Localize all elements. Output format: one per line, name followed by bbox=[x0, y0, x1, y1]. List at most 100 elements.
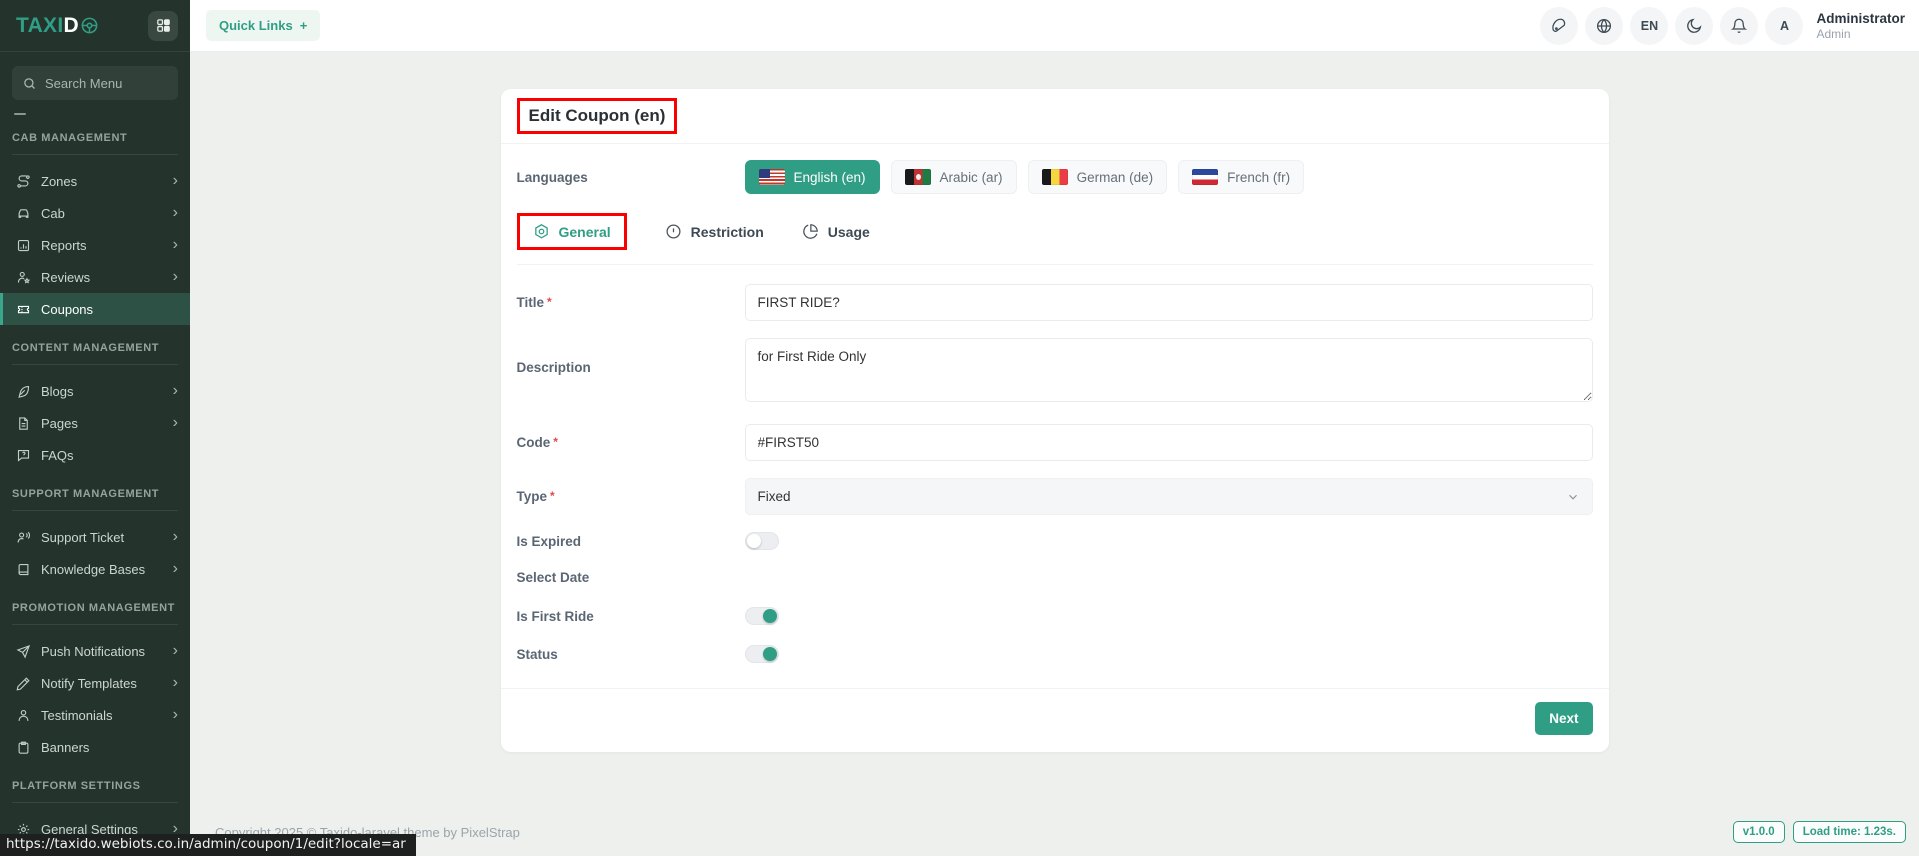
apps-grid-icon bbox=[155, 17, 172, 34]
sidebar-item-label: Blogs bbox=[41, 384, 74, 399]
german-flag-icon bbox=[1042, 169, 1068, 185]
status-toggle[interactable] bbox=[745, 645, 779, 663]
chevron-right-icon: › bbox=[173, 678, 178, 688]
sidebar-item-knowledge-bases[interactable]: Knowledge Bases › bbox=[0, 553, 190, 585]
user-info[interactable]: Administrator Admin bbox=[1816, 11, 1905, 41]
sidebar-item-label: FAQs bbox=[41, 448, 74, 463]
description-field-row: Description for First Ride Only bbox=[517, 338, 1593, 407]
pages-icon bbox=[16, 416, 31, 431]
sidebar-item-faqs[interactable]: FAQs bbox=[0, 439, 190, 471]
sidebar-item-label: Coupons bbox=[41, 302, 93, 317]
title-input[interactable] bbox=[745, 284, 1593, 321]
chevron-right-icon: › bbox=[173, 176, 178, 186]
sidebar: TAXID CAB MANAGEMENT Zones › Cab › bbox=[0, 0, 190, 856]
section-title-content-management: CONTENT MANAGEMENT bbox=[12, 342, 178, 365]
cab-icon bbox=[16, 206, 31, 221]
title-field-row: Title bbox=[517, 284, 1593, 321]
sidebar-item-label: Reports bbox=[41, 238, 87, 253]
code-input[interactable] bbox=[745, 424, 1593, 461]
section-title-support-management: SUPPORT MANAGEMENT bbox=[12, 488, 178, 511]
topbar-actions: EN A Administrator Admin bbox=[1540, 7, 1905, 45]
sidebar-item-label: Pages bbox=[41, 416, 78, 431]
pinned-section-dash bbox=[14, 113, 26, 115]
avatar[interactable]: A bbox=[1765, 7, 1803, 45]
tab-usage[interactable]: Usage bbox=[802, 223, 870, 240]
avatar-letter: A bbox=[1780, 19, 1789, 33]
footer-badges: v1.0.0 Load time: 1.23s. bbox=[1733, 821, 1906, 843]
language-button-german[interactable]: German (de) bbox=[1028, 160, 1168, 194]
sidebar-item-blogs[interactable]: Blogs › bbox=[0, 375, 190, 407]
coupon-tabs: General Restriction Usage bbox=[517, 211, 1593, 265]
notifications-button[interactable] bbox=[1720, 7, 1758, 45]
language-button-french[interactable]: French (fr) bbox=[1178, 160, 1304, 194]
sidebar-item-label: Notify Templates bbox=[41, 676, 137, 691]
faqs-icon bbox=[16, 448, 31, 463]
chevron-right-icon: › bbox=[173, 272, 178, 282]
bell-icon bbox=[1730, 17, 1748, 35]
is-first-ride-toggle[interactable] bbox=[745, 607, 779, 625]
sidebar-item-banners[interactable]: Banners bbox=[0, 731, 190, 763]
moon-icon bbox=[1685, 17, 1703, 35]
testimonials-icon bbox=[16, 708, 31, 723]
us-flag-icon bbox=[759, 169, 785, 185]
sidebar-item-reviews[interactable]: Reviews › bbox=[0, 261, 190, 293]
next-button[interactable]: Next bbox=[1535, 702, 1592, 735]
chevron-right-icon: › bbox=[173, 564, 178, 574]
reports-icon bbox=[16, 238, 31, 253]
is-expired-row: Is Expired bbox=[517, 532, 1593, 550]
sidebar-header: TAXID bbox=[0, 0, 190, 52]
tab-general[interactable]: General bbox=[517, 213, 627, 250]
sidebar-item-label: Testimonials bbox=[41, 708, 113, 723]
sidebar-item-label: Cab bbox=[41, 206, 65, 221]
section-title-platform-settings: PLATFORM SETTINGS bbox=[12, 780, 178, 803]
section-title-promotion-management: PROMOTION MANAGEMENT bbox=[12, 602, 178, 625]
customizer-button[interactable] bbox=[1540, 7, 1578, 45]
quick-links-button[interactable]: Quick Links + bbox=[206, 10, 320, 41]
is-first-ride-label: Is First Ride bbox=[517, 609, 745, 624]
sidebar-item-label: Zones bbox=[41, 174, 77, 189]
sidebar-item-pages[interactable]: Pages › bbox=[0, 407, 190, 439]
type-selected-value: Fixed bbox=[758, 489, 791, 504]
type-label: Type bbox=[517, 489, 745, 504]
type-select[interactable]: Fixed bbox=[745, 478, 1593, 515]
description-textarea[interactable]: for First Ride Only bbox=[745, 338, 1593, 402]
chevron-right-icon: › bbox=[173, 710, 178, 720]
sidebar-item-support-ticket[interactable]: Support Ticket › bbox=[0, 521, 190, 553]
coupons-icon bbox=[16, 302, 31, 317]
sidebar-search bbox=[12, 66, 178, 100]
locale-button[interactable]: EN bbox=[1630, 7, 1668, 45]
page-title: Edit Coupon (en) bbox=[517, 98, 678, 134]
apps-grid-button[interactable] bbox=[148, 11, 178, 41]
toggle-knob bbox=[763, 647, 777, 661]
locale-label: EN bbox=[1641, 19, 1658, 33]
is-expired-toggle[interactable] bbox=[745, 532, 779, 550]
plus-icon: + bbox=[300, 18, 308, 33]
user-name: Administrator bbox=[1816, 11, 1905, 26]
chevron-right-icon: › bbox=[173, 418, 178, 428]
toggle-knob bbox=[747, 534, 761, 548]
sidebar-item-push-notifications[interactable]: Push Notifications › bbox=[0, 635, 190, 667]
brand-text-primary: TAXI bbox=[16, 14, 63, 38]
language-button-arabic[interactable]: Arabic (ar) bbox=[891, 160, 1017, 194]
sidebar-item-reports[interactable]: Reports › bbox=[0, 229, 190, 261]
tab-restriction[interactable]: Restriction bbox=[665, 223, 764, 240]
quick-links-label: Quick Links bbox=[219, 18, 293, 33]
sidebar-item-label: Reviews bbox=[41, 270, 90, 285]
main-content: Edit Coupon (en) Languages English (en) … bbox=[190, 52, 1919, 856]
sidebar-item-cab[interactable]: Cab › bbox=[0, 197, 190, 229]
language-globe-button[interactable] bbox=[1585, 7, 1623, 45]
dark-mode-button[interactable] bbox=[1675, 7, 1713, 45]
card-footer: Next bbox=[501, 688, 1609, 752]
description-label: Description bbox=[517, 360, 745, 375]
general-tab-icon bbox=[533, 223, 550, 240]
search-input[interactable] bbox=[45, 76, 168, 91]
language-button-english[interactable]: English (en) bbox=[745, 160, 880, 194]
is-expired-label: Is Expired bbox=[517, 534, 745, 549]
sidebar-item-coupons[interactable]: Coupons bbox=[0, 293, 190, 325]
sidebar-item-testimonials[interactable]: Testimonials › bbox=[0, 699, 190, 731]
sidebar-item-notify-templates[interactable]: Notify Templates › bbox=[0, 667, 190, 699]
code-field-row: Code bbox=[517, 424, 1593, 461]
brand-logo[interactable]: TAXID bbox=[16, 14, 99, 38]
sidebar-item-zones[interactable]: Zones › bbox=[0, 165, 190, 197]
chevron-right-icon: › bbox=[173, 240, 178, 250]
